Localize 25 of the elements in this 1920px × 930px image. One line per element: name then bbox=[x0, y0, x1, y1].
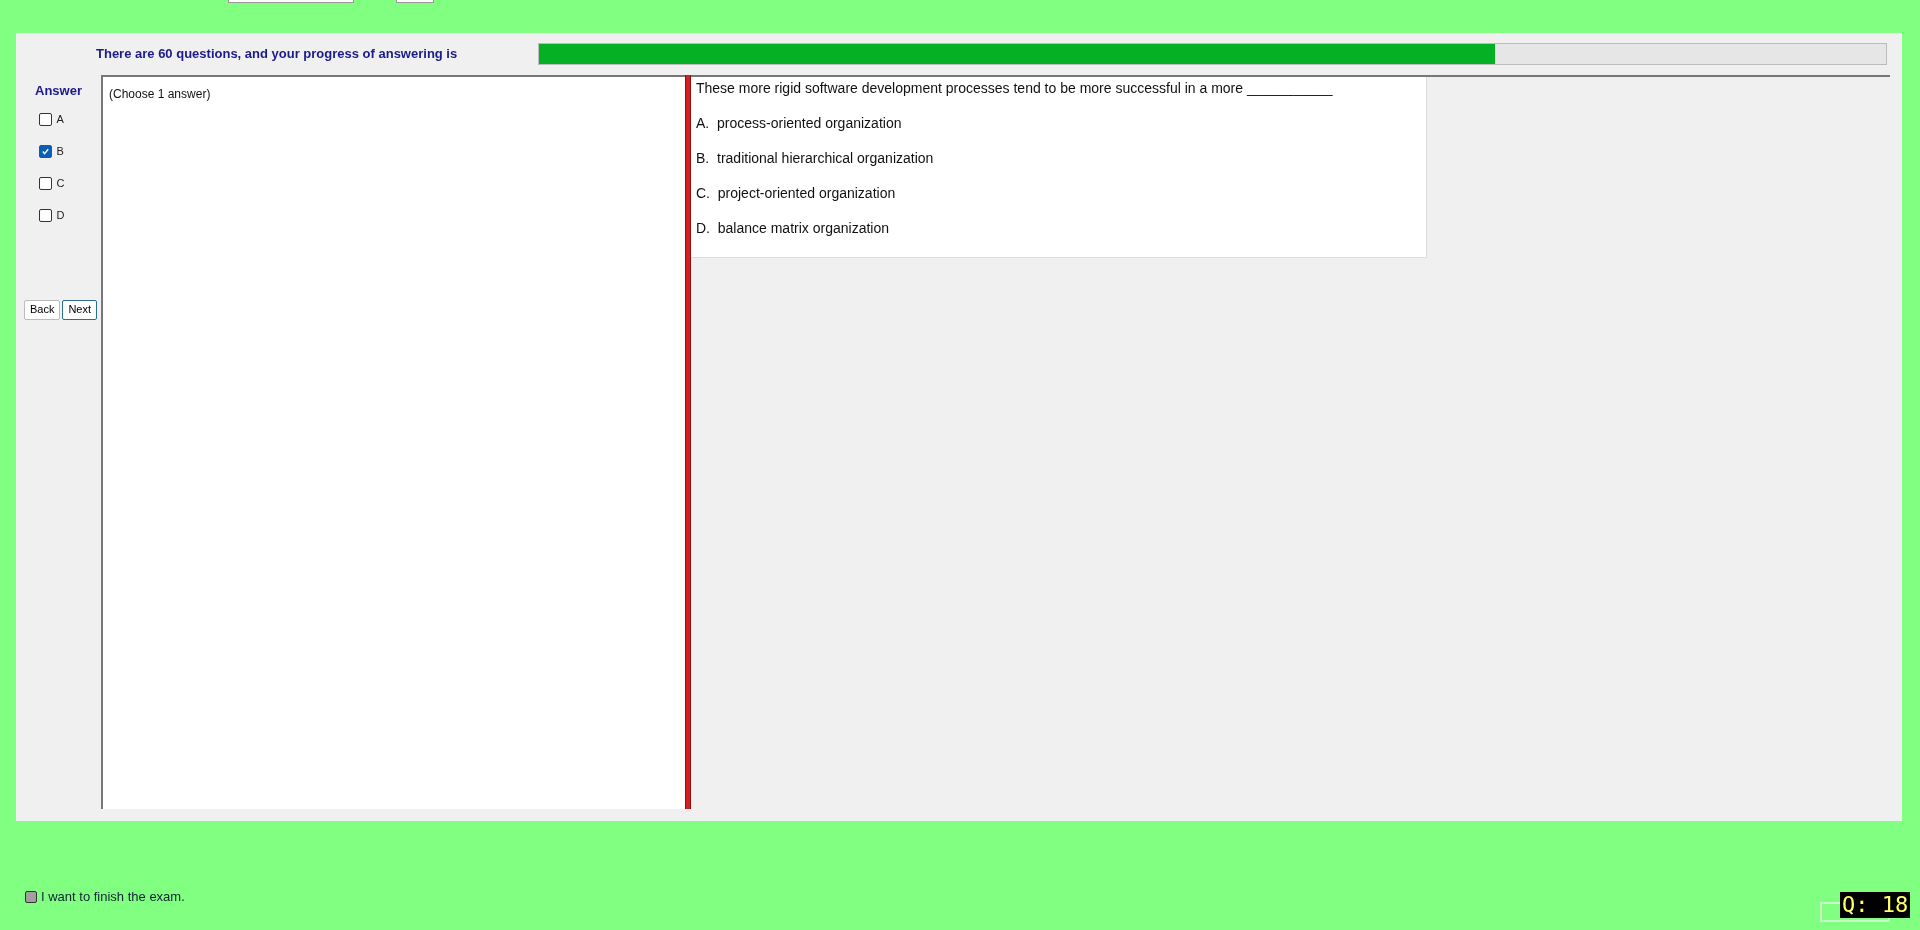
answer-checkbox[interactable] bbox=[38, 176, 52, 190]
answer-option-label: A bbox=[56, 111, 64, 127]
answer-text-box[interactable]: (Choose 1 answer) bbox=[101, 75, 685, 809]
answer-checkbox[interactable] bbox=[38, 208, 52, 222]
progress-label: There are 60 questions, and your progress of answering is bbox=[96, 45, 459, 64]
question-choice: A. process-oriented organization bbox=[696, 114, 903, 133]
question-counter: Q: 18 bbox=[1840, 892, 1911, 918]
answer-note: (Choose 1 answer) bbox=[109, 87, 211, 101]
finish-label: I want to finish the exam. bbox=[41, 888, 185, 906]
input-field[interactable] bbox=[396, 0, 434, 3]
answer-checkbox[interactable] bbox=[38, 112, 52, 126]
back-button[interactable]: Back bbox=[23, 299, 61, 320]
next-button[interactable]: Next bbox=[62, 299, 98, 320]
answer-option-label: B bbox=[56, 143, 64, 159]
question-choice: B. traditional hierarchical organization bbox=[696, 149, 935, 168]
finish-checkbox[interactable] bbox=[25, 890, 37, 903]
answer-title: Answer bbox=[35, 82, 82, 100]
question-text: These more rigid software development processes tend to be more successful in a more ___________ bbox=[696, 79, 1334, 98]
question-choice: D. balance matrix organization bbox=[696, 219, 890, 238]
answer-checkbox[interactable] bbox=[38, 144, 52, 158]
answer-option-label: C bbox=[56, 175, 65, 191]
check-icon bbox=[40, 146, 50, 156]
question-choice: C. project-oriented organization bbox=[696, 184, 897, 203]
dropdown-field[interactable] bbox=[228, 0, 354, 3]
answer-option-label: D bbox=[56, 207, 65, 223]
